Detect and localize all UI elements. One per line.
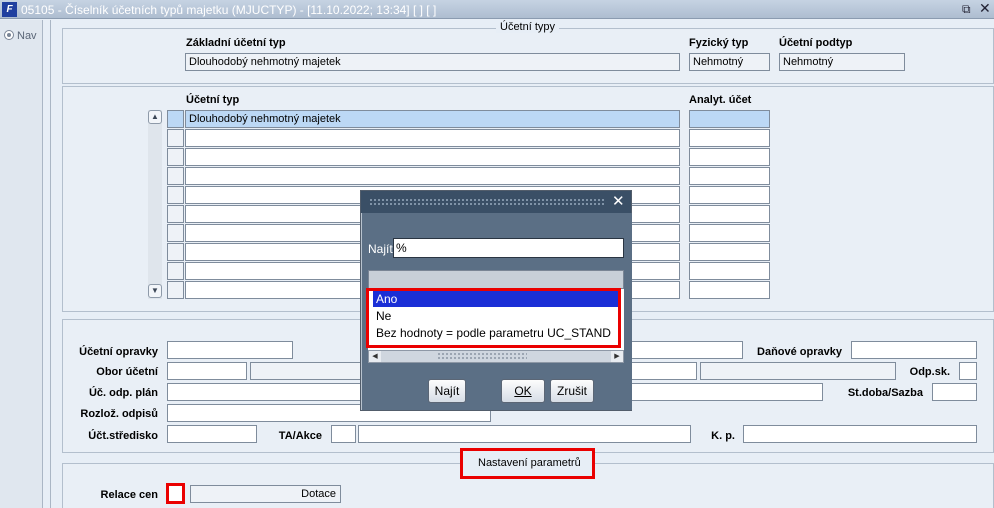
dep-split-label: Rozlož. odpisů (80, 408, 158, 420)
grid-row-selector[interactable] (167, 186, 184, 204)
lov-options-highlight (366, 288, 621, 348)
window-title: 05105 - Číselník účetních typů majetku (… (21, 3, 437, 17)
cancel-button-label: Zrušit (557, 384, 587, 398)
basic-type-label: Základní účetní typ (186, 37, 286, 49)
restore-window-icon[interactable]: ⧉ (962, 2, 971, 16)
grid-row-selector[interactable] (167, 243, 184, 261)
grid-row-selector[interactable] (167, 205, 184, 223)
grid-row-selector[interactable] (167, 110, 184, 128)
grid-row-analytic-cell[interactable] (689, 167, 770, 185)
grid-row-analytic-cell[interactable] (689, 224, 770, 242)
dialog-close-icon[interactable]: ✕ (612, 193, 625, 210)
acc-range-desc-field[interactable] (700, 362, 896, 380)
grid-row-selector[interactable] (167, 281, 184, 299)
grid-row-analytic-cell[interactable] (689, 186, 770, 204)
acc-range-label: Obor účetní (96, 366, 158, 378)
grid-row-analytic-cell[interactable] (689, 148, 770, 166)
grid-type-header: Účetní typ (186, 94, 240, 106)
lov-list-header (368, 270, 624, 289)
left-nav-panel (0, 20, 43, 508)
lov-dialog-title-bar[interactable]: ✕ (361, 191, 631, 213)
grid-row-selector[interactable] (167, 148, 184, 166)
kp-label: K. p. (711, 430, 735, 442)
grid-analytic-header: Analyt. účet (689, 94, 752, 106)
period-rate-field[interactable] (932, 383, 977, 401)
acc-corrections-label: Účetní opravky (79, 346, 158, 358)
ta-action-code-field[interactable] (331, 425, 356, 443)
find-input[interactable]: % (393, 238, 624, 258)
window-title-bar: F 05105 - Číselník účetních typů majetku… (0, 0, 994, 19)
nav-label[interactable]: Nav (17, 30, 37, 42)
grid-row-type-cell[interactable] (185, 148, 680, 166)
grid-row-analytic-cell[interactable] (689, 262, 770, 280)
grid-row-analytic-cell[interactable] (689, 281, 770, 299)
acc-range-code-field[interactable] (167, 362, 247, 380)
nav-radio-icon[interactable] (4, 30, 14, 40)
dep-plan-label: Úč. odp. plán (88, 387, 158, 399)
divider (50, 20, 51, 508)
lov-dialog: ✕ Najít % Ano Ne Bez hodnoty = podle par… (360, 190, 632, 411)
find-button-label: Najít (434, 384, 460, 398)
acc-corrections-field[interactable] (167, 341, 293, 359)
ta-action-name-field[interactable] (358, 425, 691, 443)
find-button[interactable]: Najít (428, 379, 466, 403)
scroll-down-icon[interactable]: ▼ (148, 284, 162, 298)
tax-corrections-label: Daňové opravky (757, 346, 842, 358)
physical-type-label: Fyzický typ (689, 37, 749, 49)
dep-group-field[interactable] (959, 362, 977, 380)
acc-range-name-field[interactable] (250, 362, 362, 380)
grid-row-selector[interactable] (167, 262, 184, 280)
scroll-thumb[interactable] (437, 352, 527, 361)
dep-plan-extra-field[interactable] (620, 383, 823, 401)
period-rate-label: St.doba/Sazba (847, 387, 923, 399)
scroll-up-icon[interactable]: ▲ (148, 110, 162, 124)
scroll-right-icon[interactable]: ▶ (611, 351, 623, 362)
grid-row-analytic-cell[interactable] (689, 129, 770, 147)
grid-row-analytic-cell[interactable] (689, 243, 770, 261)
acc-corrections-extra-field[interactable] (620, 341, 743, 359)
settings-legend: Nastavení parametrů (478, 457, 581, 469)
tax-corrections-field[interactable] (851, 341, 977, 359)
lov-horizontal-scrollbar[interactable]: ◀ ▶ (368, 350, 624, 363)
ok-button[interactable]: OK (501, 379, 545, 403)
physical-type-field[interactable]: Nehmotný (689, 53, 770, 71)
grid-row-selector[interactable] (167, 129, 184, 147)
cancel-button[interactable]: Zrušit (550, 379, 594, 403)
grid-row-selector[interactable] (167, 224, 184, 242)
cost-center-field[interactable] (167, 425, 257, 443)
dialog-grip-icon (369, 198, 605, 206)
price-relation-checkbox[interactable] (166, 483, 185, 504)
cost-center-label: Účt.středisko (88, 430, 158, 442)
app-logo-icon: F (2, 2, 17, 17)
ta-action-label: TA/Akce (278, 430, 322, 442)
grid-row-analytic-cell[interactable] (689, 110, 770, 128)
grid-row-type-cell[interactable]: Dlouhodobý nehmotný majetek (185, 110, 680, 128)
find-label: Najít (368, 242, 393, 256)
grid-row-type-cell[interactable] (185, 167, 680, 185)
ok-button-label: OK (514, 384, 532, 398)
grid-row-selector[interactable] (167, 167, 184, 185)
price-relation-label: Relace cen (100, 489, 158, 501)
subtype-field[interactable]: Nehmotný (779, 53, 905, 71)
subtype-label: Účetní podtyp (779, 37, 853, 49)
basic-type-field[interactable]: Dlouhodobý nehmotný majetek (185, 53, 680, 71)
grid-scrollbar[interactable] (148, 110, 162, 299)
lov-dialog-body: Najít % Ano Ne Bez hodnoty = podle param… (362, 213, 632, 410)
accounting-types-legend: Účetní typy (496, 21, 560, 33)
dep-group-label: Odp.sk. (909, 366, 950, 378)
close-window-icon[interactable]: ✕ (979, 1, 991, 16)
grid-row-analytic-cell[interactable] (689, 205, 770, 223)
dep-plan-field[interactable] (167, 383, 367, 401)
scroll-left-icon[interactable]: ◀ (369, 351, 381, 362)
grid-row-type-cell[interactable] (185, 129, 680, 147)
price-relation-field[interactable]: Dotace (190, 485, 341, 503)
kp-field[interactable] (743, 425, 977, 443)
